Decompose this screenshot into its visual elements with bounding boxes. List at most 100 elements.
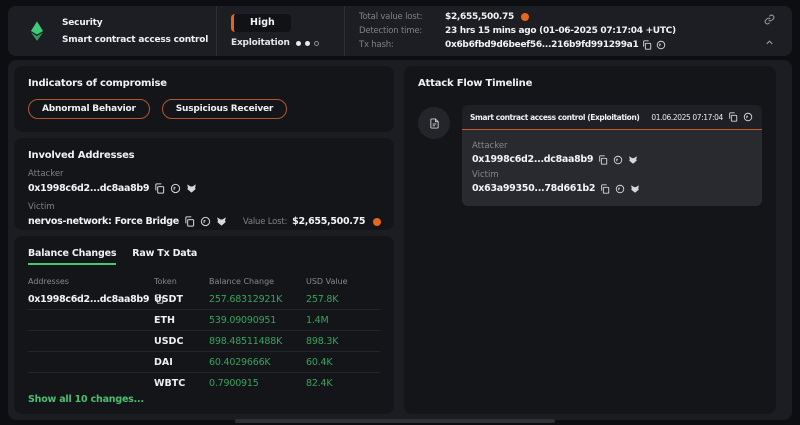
stat-label: Tx hash:	[359, 40, 441, 50]
value-lost-label: Value Lost:	[243, 217, 287, 227]
etherscan-icon[interactable]	[656, 40, 666, 50]
timeline-event-header: Smart contract access control (Exploitat…	[462, 105, 762, 130]
col-addresses: Addresses	[28, 277, 154, 286]
balance-address[interactable]: 0x1998c6d2...dc8aa8b9	[28, 294, 149, 305]
timeline-event-card[interactable]: Smart contract access control (Exploitat…	[462, 105, 762, 206]
incident-identity: Security Smart contract access control	[8, 6, 216, 56]
col-usd-value: USD Value	[306, 277, 380, 286]
value-lost-indicator-icon	[373, 218, 381, 226]
copy-icon[interactable]	[600, 184, 610, 194]
ethereum-icon	[24, 18, 50, 44]
severity-section: High Exploitation	[216, 6, 344, 56]
usd-value: 1.4M	[306, 315, 380, 326]
victim-name[interactable]: nervos-network: Force Bridge	[28, 216, 179, 227]
header-actions	[746, 6, 792, 56]
table-row: ETH 539.09090951 1.4M	[28, 310, 380, 331]
metamask-icon[interactable]	[186, 183, 197, 194]
involved-addresses-panel: Involved Addresses Attacker 0x1998c6d2..…	[14, 138, 394, 230]
indicator-chip-suspicious-receiver[interactable]: Suspicious Receiver	[162, 99, 287, 119]
victim-address-row: nervos-network: Force Bridge Value Lost:…	[28, 216, 380, 227]
usd-value: 257.8K	[306, 294, 380, 305]
stat-detection-time: Detection time: 23 hrs 15 mins ago (01-0…	[359, 26, 746, 36]
event-datetime: 01.06.2025 07:17:04	[651, 113, 722, 122]
usd-value: 82.4K	[306, 378, 380, 389]
metamask-icon[interactable]	[628, 155, 638, 165]
etherscan-icon[interactable]	[170, 183, 181, 194]
indicators-panel: Indicators of compromise Abnormal Behavi…	[14, 66, 394, 132]
usd-value: 60.4K	[306, 357, 380, 368]
token-symbol: ETH	[154, 315, 209, 326]
incident-stats: Total value lost: $2,655,500.75 Detectio…	[344, 6, 746, 56]
attacker-address[interactable]: 0x1998c6d2...dc8aa8b9	[28, 183, 149, 194]
table-row: USDC 898.48511488K 898.3K	[28, 331, 380, 352]
timeline-title: Attack Flow Timeline	[418, 78, 762, 89]
balance-change-value: 0.7900915	[209, 378, 306, 389]
contract-document-icon	[429, 118, 440, 129]
timeline-event: Smart contract access control (Exploitat…	[418, 105, 762, 206]
col-token: Token	[154, 277, 209, 286]
timeline-event-body: Attacker 0x1998c6d2...dc8aa8b9 Victim 0x…	[462, 130, 762, 206]
incident-header: Security Smart contract access control H…	[8, 6, 792, 56]
horizontal-scrollbar-thumb[interactable]	[235, 419, 555, 423]
total-value-lost: $2,655,500.75	[445, 12, 514, 22]
stat-tx-hash: Tx hash: 0x6b6fbd9d6beef56...216b9fd9912…	[359, 40, 746, 50]
token-symbol: USDT	[154, 294, 209, 305]
collapse-chevron-up-icon[interactable]	[764, 37, 775, 48]
value-lost-indicator-icon	[521, 13, 529, 21]
attacker-label: Attacker	[472, 141, 752, 151]
etherscan-icon[interactable]	[613, 155, 623, 165]
balance-change-value: 539.09090951	[209, 315, 306, 326]
victim-address-row: 0x63a99350...78d661b2	[472, 183, 752, 194]
tx-hash: 0x6b6fbd9d6beef56...216b9fd991299a1	[445, 40, 638, 50]
copy-icon[interactable]	[154, 183, 165, 194]
value-lost-amount: $2,655,500.75	[292, 216, 365, 227]
copy-icon[interactable]	[184, 216, 195, 227]
etherscan-icon[interactable]	[615, 184, 625, 194]
table-row: 0x1998c6d2...dc8aa8b9 USDT 257.68312921K…	[28, 289, 380, 310]
phase-dot-empty	[314, 41, 319, 46]
phase-dot-filled	[296, 41, 301, 46]
etherscan-icon[interactable]	[743, 112, 753, 122]
incident-category: Security	[62, 18, 208, 28]
col-balance-change: Balance Change	[209, 277, 306, 286]
metamask-icon[interactable]	[216, 216, 227, 227]
stat-label: Detection time:	[359, 26, 441, 36]
phase-dot-filled	[305, 41, 310, 46]
table-row: DAI 60.4029666K 60.4K	[28, 352, 380, 373]
tab-raw-tx-data[interactable]: Raw Tx Data	[132, 248, 197, 265]
metamask-icon[interactable]	[630, 184, 640, 194]
incident-name: Smart contract access control	[62, 35, 208, 45]
detection-time: 23 hrs 15 mins ago (01-06-2025 07:17:04 …	[445, 26, 676, 36]
table-row: WBTC 0.7900915 82.4K	[28, 373, 380, 394]
indicator-chip-abnormal-behavior[interactable]: Abnormal Behavior	[28, 99, 150, 119]
contract-event-badge	[418, 107, 450, 139]
copy-icon[interactable]	[642, 40, 652, 50]
phase-progress-dots	[296, 41, 319, 46]
balance-change-value: 898.48511488K	[209, 336, 306, 347]
involved-title: Involved Addresses	[28, 150, 380, 161]
balance-tabs: Balance Changes Raw Tx Data	[28, 248, 380, 265]
attacker-address-row: 0x1998c6d2...dc8aa8b9	[28, 183, 380, 194]
attacker-address-row: 0x1998c6d2...dc8aa8b9	[472, 154, 752, 165]
token-symbol: USDC	[154, 336, 209, 347]
victim-label: Victim	[472, 170, 752, 180]
tab-balance-changes[interactable]: Balance Changes	[28, 248, 116, 265]
victim-address[interactable]: 0x63a99350...78d661b2	[472, 183, 595, 194]
indicators-title: Indicators of compromise	[28, 78, 380, 89]
usd-value: 898.3K	[306, 336, 380, 347]
stat-total-value-lost: Total value lost: $2,655,500.75	[359, 12, 746, 22]
balance-change-value: 60.4029666K	[209, 357, 306, 368]
attack-flow-timeline-panel: Attack Flow Timeline Smart contract acce…	[404, 66, 776, 414]
balance-changes-table: Addresses Token Balance Change USD Value…	[28, 273, 380, 394]
table-header-row: Addresses Token Balance Change USD Value	[28, 273, 380, 289]
etherscan-icon[interactable]	[200, 216, 211, 227]
victim-label: Victim	[28, 202, 380, 212]
show-all-changes-link[interactable]: Show all 10 changes...	[28, 394, 380, 405]
copy-icon[interactable]	[728, 112, 738, 122]
stat-label: Total value lost:	[359, 12, 441, 22]
attacker-label: Attacker	[28, 169, 380, 179]
share-link-icon[interactable]	[764, 14, 775, 25]
attacker-address[interactable]: 0x1998c6d2...dc8aa8b9	[472, 154, 593, 165]
copy-icon[interactable]	[598, 155, 608, 165]
balance-changes-panel: Balance Changes Raw Tx Data Addresses To…	[14, 236, 394, 414]
